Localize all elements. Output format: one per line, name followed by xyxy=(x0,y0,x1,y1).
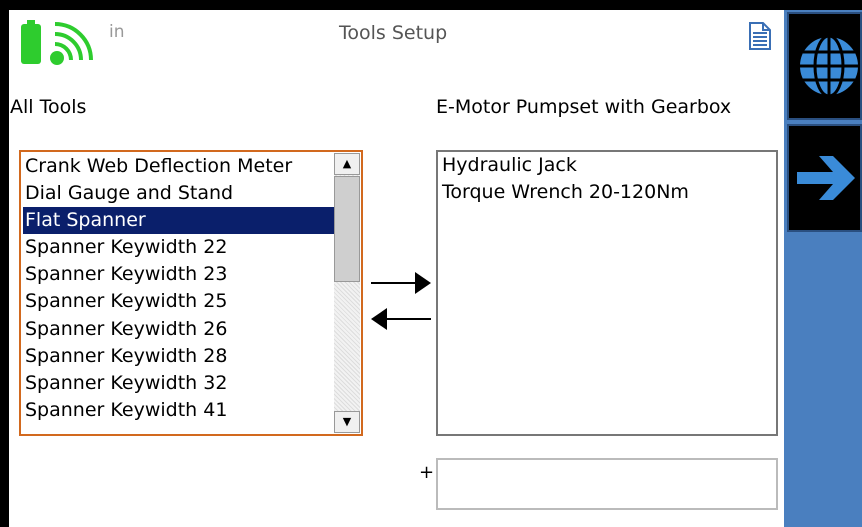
page-title: Tools Setup xyxy=(339,22,448,44)
next-button[interactable] xyxy=(787,124,862,232)
all-tools-label: All Tools xyxy=(10,96,87,118)
globe-icon xyxy=(798,34,860,98)
list-item[interactable]: Hydraulic Jack xyxy=(442,152,776,179)
list-item[interactable]: Spanner Keywidth 41 xyxy=(23,397,335,424)
move-left-button[interactable] xyxy=(369,306,433,332)
document-icon[interactable] xyxy=(749,22,771,50)
list-item[interactable]: Spanner Keywidth 25 xyxy=(23,288,335,315)
list-item-selected[interactable]: Flat Spanner xyxy=(23,207,335,235)
device-frame: in Tools Setup All Tools E-Motor Pumpset… xyxy=(0,0,862,527)
list-item[interactable]: Torque Wrench 20-120Nm xyxy=(442,179,776,206)
scrollbar[interactable]: ▲ ▼ xyxy=(334,153,360,433)
scroll-up-button[interactable]: ▲ xyxy=(334,153,360,175)
scroll-down-button[interactable]: ▼ xyxy=(334,411,360,433)
list-item[interactable]: Spanner Keywidth 23 xyxy=(23,261,335,288)
all-tools-list[interactable]: Crank Web Deflection Meter Dial Gauge an… xyxy=(19,150,363,436)
list-item[interactable]: Crank Web Deflection Meter xyxy=(23,153,335,180)
add-prefix: + xyxy=(419,462,435,483)
assigned-tools-list[interactable]: Hydraulic Jack Torque Wrench 20-120Nm xyxy=(436,150,778,436)
list-item[interactable]: Spanner Keywidth 32 xyxy=(23,370,335,397)
main-screen: in Tools Setup All Tools E-Motor Pumpset… xyxy=(9,10,784,527)
unit-label: in xyxy=(109,22,125,42)
arrow-right-icon xyxy=(797,156,855,200)
list-item[interactable]: Dial Gauge and Stand xyxy=(23,180,335,207)
language-button[interactable] xyxy=(787,12,862,120)
list-item[interactable]: Spanner Keywidth 28 xyxy=(23,343,335,370)
assigned-tools-label: E-Motor Pumpset with Gearbox xyxy=(436,96,732,118)
new-tool-input[interactable] xyxy=(436,458,778,510)
move-right-button[interactable] xyxy=(369,270,433,296)
wifi-icon xyxy=(50,22,93,65)
list-item[interactable]: Spanner Keywidth 22 xyxy=(23,234,335,261)
scroll-thumb[interactable] xyxy=(334,176,360,282)
list-item[interactable]: Spanner Keywidth 26 xyxy=(23,316,335,343)
sidebar xyxy=(784,10,862,527)
